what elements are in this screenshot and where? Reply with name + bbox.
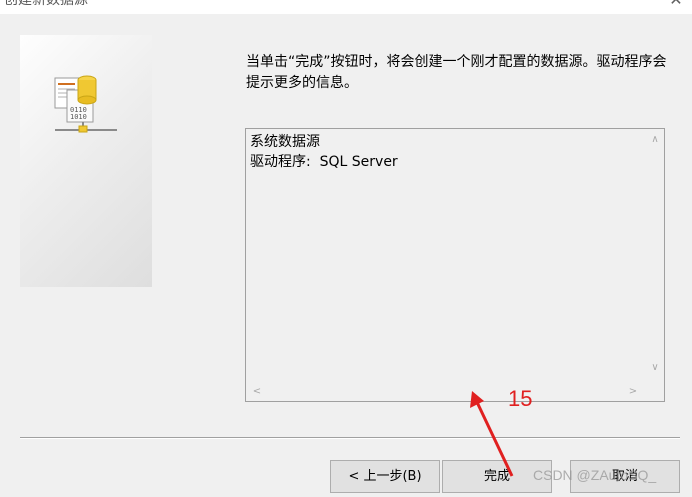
watermark: CSDN @ZAutoSQ_ <box>533 467 657 483</box>
wizard-side-panel: 0110 1010 <box>20 35 152 287</box>
title-bar: 创建新数据源 ✕ <box>0 0 692 14</box>
database-icon: 0110 1010 <box>54 75 117 133</box>
horizontal-scrollbar[interactable]: < > <box>246 383 646 401</box>
info-text: 系统数据源 驱动程序: SQL Server <box>250 132 398 172</box>
scroll-down-icon[interactable]: ∨ <box>648 361 662 375</box>
window-title: 创建新数据源 <box>4 0 88 8</box>
svg-text:1010: 1010 <box>70 113 87 121</box>
close-icon: ✕ <box>669 0 682 9</box>
close-button[interactable]: ✕ <box>666 0 686 10</box>
description-text: 当单击“完成”按钮时，将会创建一个刚才配置的数据源。驱动程序会提示更多的信息。 <box>246 54 667 91</box>
vertical-scrollbar[interactable]: ∧ ∨ <box>646 129 664 383</box>
scroll-left-icon[interactable]: < <box>250 385 264 399</box>
step-number: 15 <box>508 386 533 411</box>
info-line-dsn-type: 系统数据源 <box>250 134 320 150</box>
scroll-right-icon[interactable]: > <box>626 385 640 399</box>
divider <box>20 437 680 439</box>
back-button[interactable]: < 上一步(B) <box>330 460 440 493</box>
info-line-driver: 驱动程序: SQL Server <box>250 154 398 170</box>
scroll-up-icon[interactable]: ∧ <box>648 133 662 147</box>
info-box: 系统数据源 驱动程序: SQL Server ∧ ∨ < > <box>245 128 665 402</box>
